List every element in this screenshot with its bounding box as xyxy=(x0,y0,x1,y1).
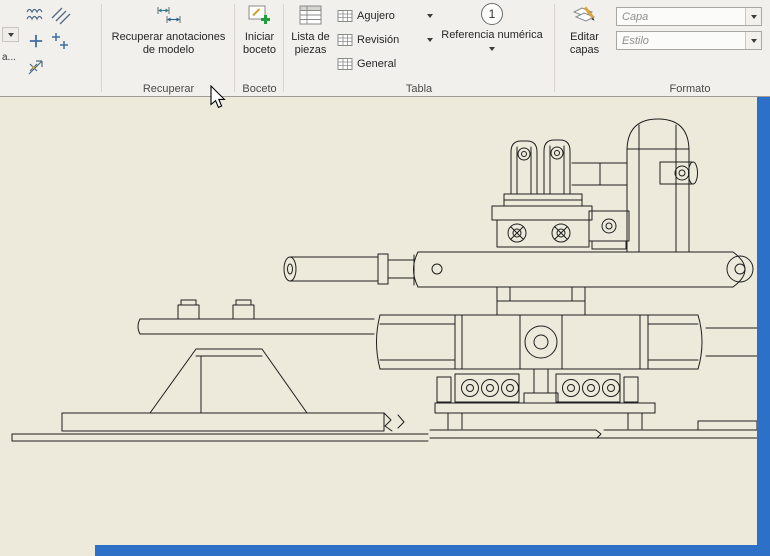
horizontal-scrollbar[interactable] xyxy=(95,545,757,556)
style-combo[interactable]: Estilo xyxy=(616,31,762,50)
layer-combo-value: Capa xyxy=(617,11,745,23)
end-fill-button[interactable] xyxy=(48,2,71,27)
sparkle-button[interactable] xyxy=(24,54,47,79)
edit-layers-icon xyxy=(572,3,598,27)
edit-layers-button[interactable]: Editar capas xyxy=(559,3,610,57)
caret-down-icon xyxy=(8,33,14,37)
general-table-button[interactable]: General xyxy=(337,53,433,75)
drawing-canvas[interactable] xyxy=(0,97,757,556)
datum-target-button[interactable] xyxy=(24,28,47,53)
balloon-label: Referencia numérica xyxy=(441,29,543,42)
start-sketch-label: Iniciar boceto xyxy=(237,31,282,57)
parts-list-button[interactable]: Lista de piezas xyxy=(287,3,334,57)
hole-table-button[interactable]: Agujero xyxy=(337,5,433,27)
group-separator xyxy=(283,4,284,92)
group-label-tabla: Tabla xyxy=(285,83,553,95)
caret-down-icon xyxy=(489,47,495,51)
hole-table-icon xyxy=(337,9,353,23)
vertical-scrollbar[interactable] xyxy=(757,97,770,556)
double-plus-icon xyxy=(50,31,70,51)
ribbon-group-formato: Editar capas Capa Estilo Formato xyxy=(556,0,768,96)
layer-combo[interactable]: Capa xyxy=(616,7,762,26)
hole-table-label: Agujero xyxy=(357,10,423,22)
caterpillar-weld-icon xyxy=(25,4,47,26)
ribbon-group-tabla: Lista de piezas Agujero Revisión General xyxy=(285,0,553,96)
parts-list-label: Lista de piezas xyxy=(287,31,334,57)
balloon-icon: 1 xyxy=(481,3,503,25)
caret-down-icon xyxy=(751,15,757,19)
general-table-label: General xyxy=(357,58,433,70)
technical-drawing xyxy=(0,97,757,545)
ribbon: a... xyxy=(0,0,770,97)
group-separator xyxy=(101,4,102,92)
group-label-formato: Formato xyxy=(612,83,768,95)
style-combo-value: Estilo xyxy=(617,35,745,47)
ribbon-group-recuperar: Recuperar anotaciones de modelo Recupera… xyxy=(103,0,234,96)
edit-layers-label: Editar capas xyxy=(559,31,610,57)
revision-table-button[interactable]: Revisión xyxy=(337,29,433,51)
left-panel-partial-label: a... xyxy=(2,52,16,63)
balloon-icon-number: 1 xyxy=(489,8,496,21)
ribbon-group-boceto: Iniciar boceto Boceto xyxy=(236,0,283,96)
start-sketch-button[interactable]: Iniciar boceto xyxy=(237,3,282,57)
plus-mark-icon xyxy=(27,32,45,50)
ribbon-group-symbols: a... xyxy=(0,0,101,96)
parts-list-icon xyxy=(298,3,324,27)
general-table-icon xyxy=(337,57,353,71)
group-separator xyxy=(554,4,555,92)
end-fill-icon xyxy=(49,4,71,26)
left-panel-dropdown-button[interactable] xyxy=(2,27,19,42)
start-sketch-icon xyxy=(247,3,273,27)
retrieve-annotations-icon xyxy=(155,3,183,27)
mouse-cursor xyxy=(210,85,226,114)
revision-table-label: Revisión xyxy=(357,34,423,46)
balloon-button[interactable]: 1 Referencia numérica xyxy=(433,3,551,51)
retrieve-button-label: Recuperar anotaciones de modelo xyxy=(106,31,231,57)
group-separator xyxy=(234,4,235,92)
style-combo-arrow-button[interactable] xyxy=(745,32,761,49)
retrieve-model-annotations-button[interactable]: Recuperar anotaciones de modelo xyxy=(106,3,231,57)
datum-double-button[interactable] xyxy=(48,28,71,53)
caret-down-icon xyxy=(751,39,757,43)
sparkle-icon xyxy=(25,56,47,78)
group-label-boceto: Boceto xyxy=(236,83,283,95)
caterpillar-weld-button[interactable] xyxy=(24,2,47,27)
layer-combo-arrow-button[interactable] xyxy=(745,8,761,25)
revision-table-icon xyxy=(337,33,353,47)
